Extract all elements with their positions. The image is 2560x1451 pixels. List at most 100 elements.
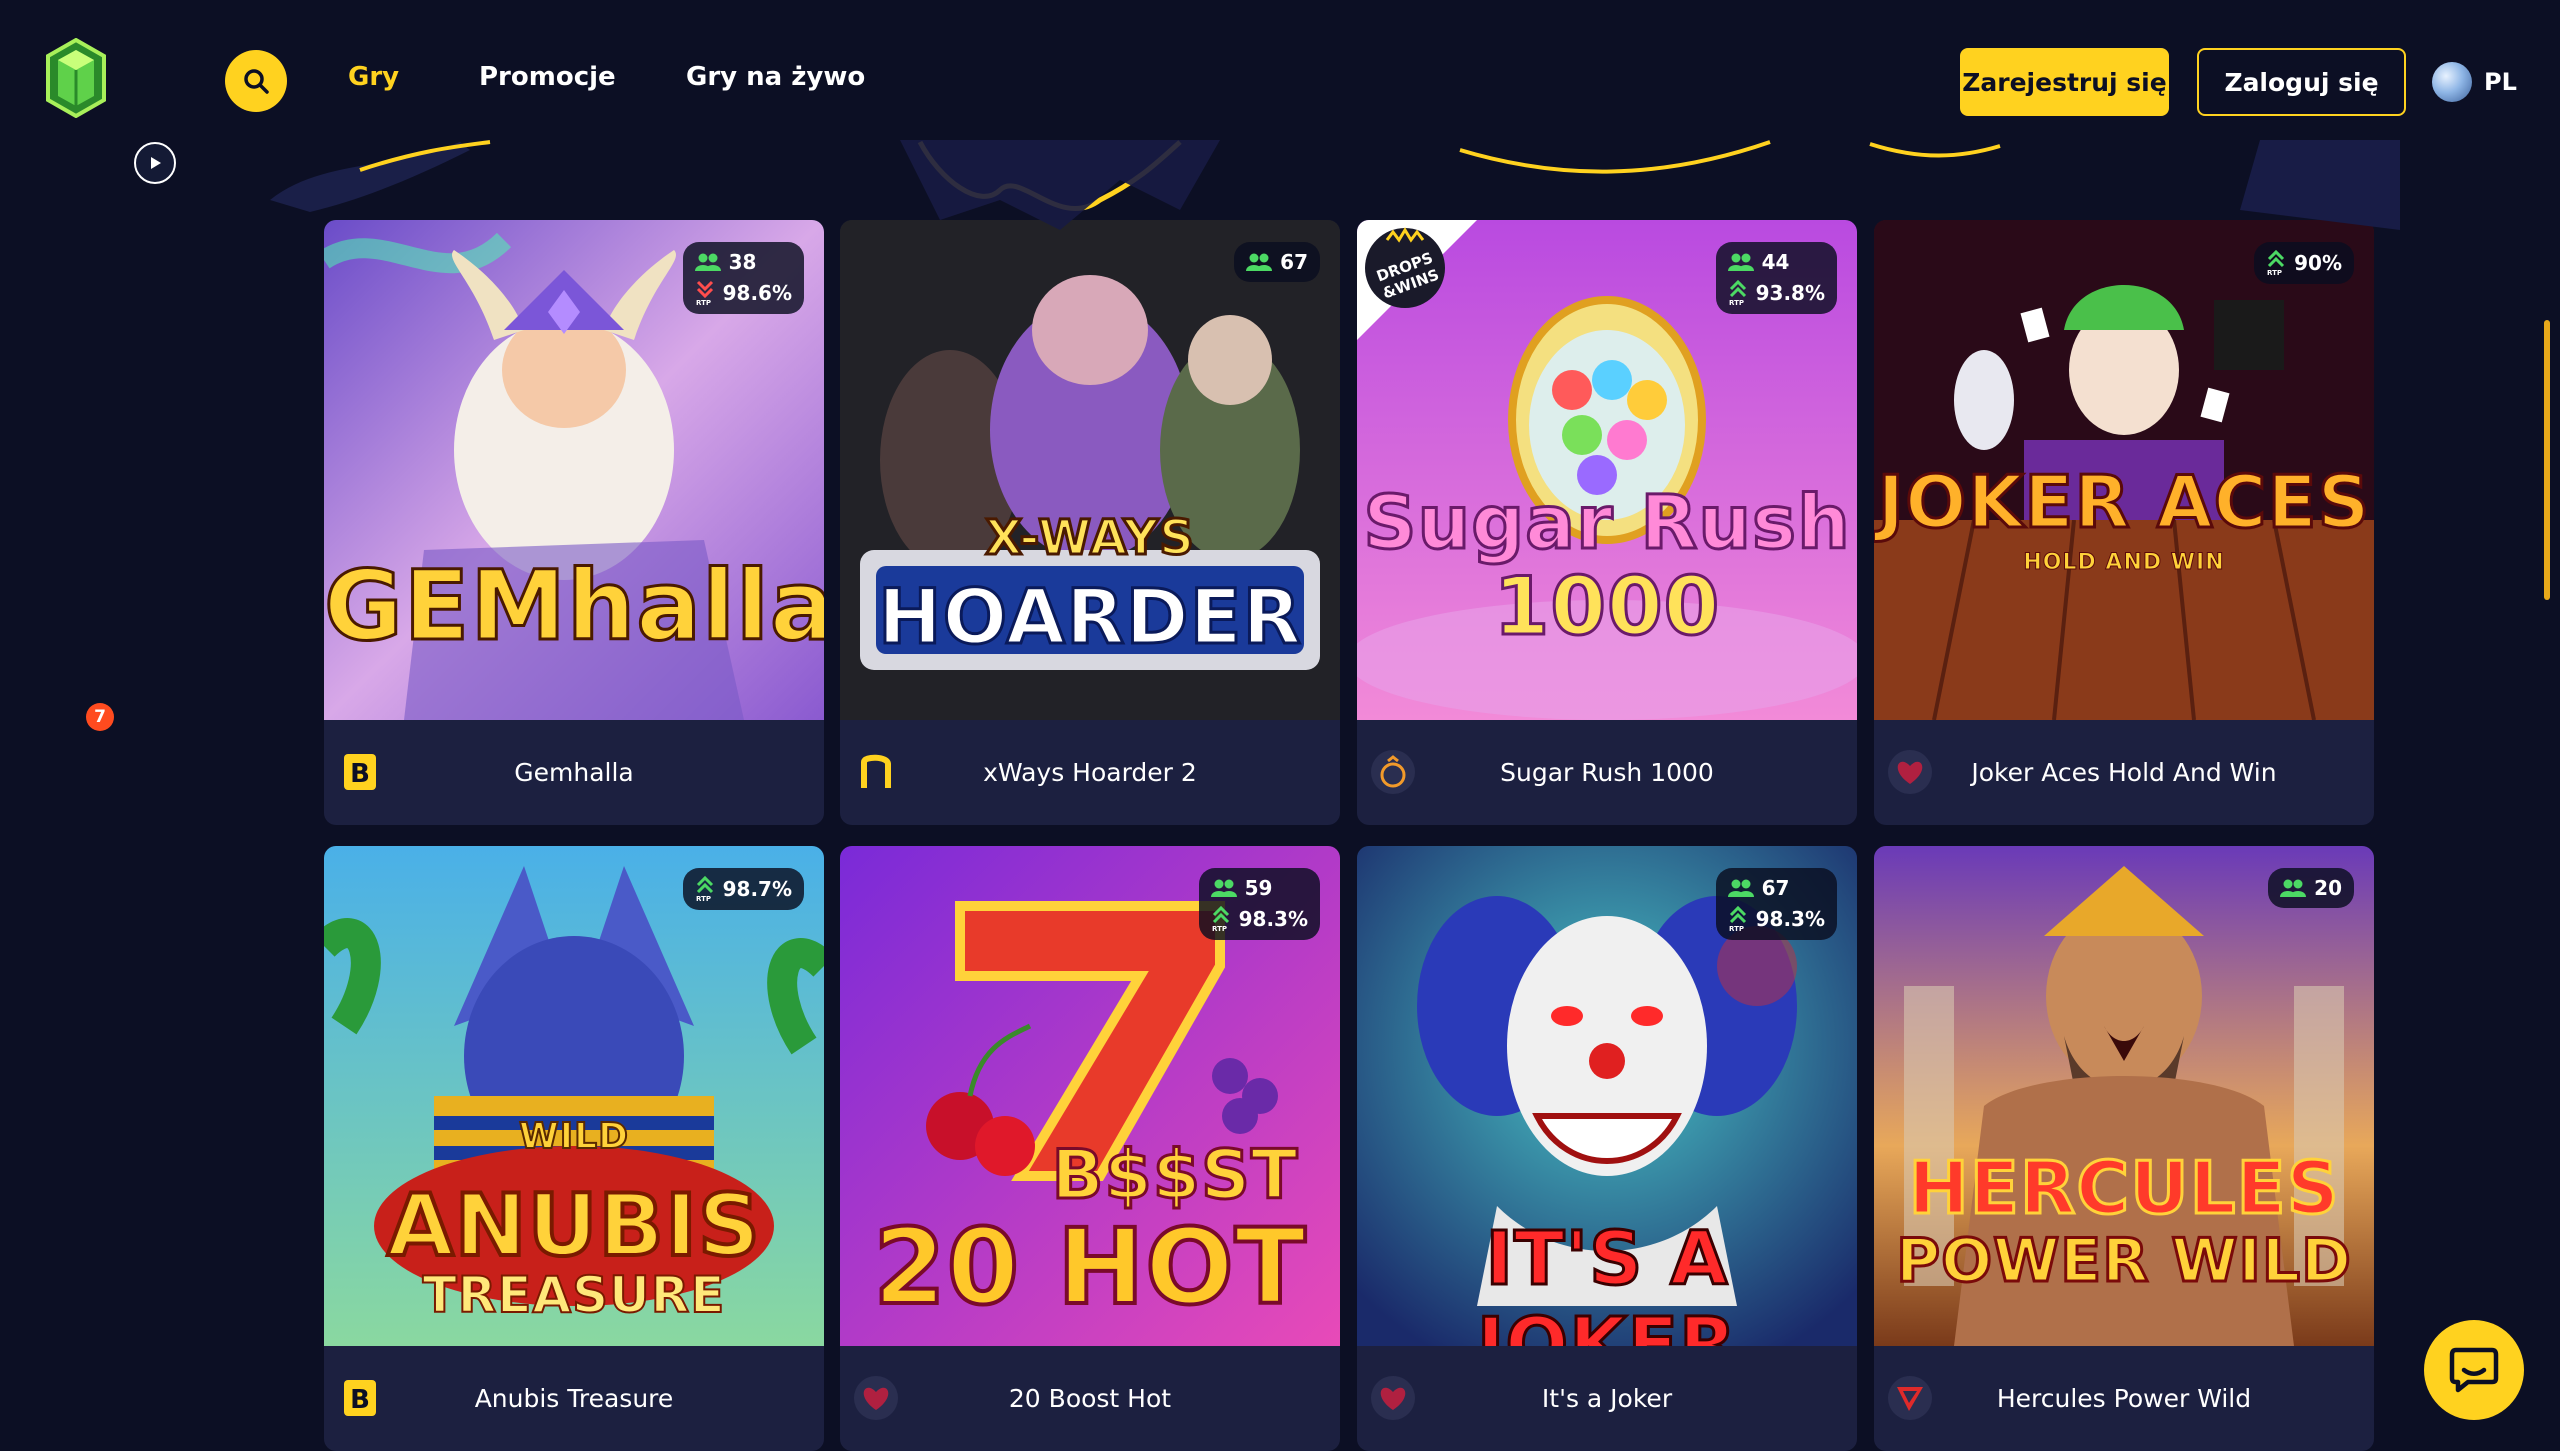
rtp-stat: RTP 98.3% bbox=[1728, 906, 1825, 932]
svg-text:RTP: RTP bbox=[696, 895, 711, 902]
nav-live-games[interactable]: Gry na żywo bbox=[686, 62, 865, 92]
game-card-xways-hoarder-2[interactable]: X-WAYS HOARDER 67 xWays Hoarder 2 bbox=[840, 220, 1340, 825]
players-stat: 44 bbox=[1727, 250, 1825, 274]
page-scrollbar-thumb[interactable] bbox=[2544, 320, 2550, 600]
chat-bubble-icon bbox=[2449, 1347, 2499, 1393]
game-card-footer: Joker Aces Hold And Win bbox=[1874, 720, 2374, 825]
game-art-subtitle: X-WAYS bbox=[984, 509, 1196, 568]
players-stat: 20 bbox=[2280, 876, 2342, 900]
top-bar: Gry Promocje Gry na żywo Zarejestruj się… bbox=[0, 0, 2560, 140]
rtp-stat: RTP 90% bbox=[2266, 250, 2342, 276]
rtp-up-icon: RTP bbox=[2267, 250, 2285, 276]
game-stats: RTP 90% bbox=[2254, 242, 2354, 284]
game-card-sugar-rush-1000[interactable]: Sugar Rush 1000 DROPS &WINS 44 RTP 93.8% bbox=[1357, 220, 1857, 825]
game-stats: 20 bbox=[2268, 868, 2354, 908]
game-card-footer: 20 Boost Hot bbox=[840, 1346, 1340, 1451]
live-chat-button[interactable] bbox=[2424, 1320, 2524, 1420]
game-name: It's a Joker bbox=[1541, 1384, 1673, 1413]
game-name: Anubis Treasure bbox=[474, 1384, 674, 1413]
rtp-stat: RTP 98.7% bbox=[695, 876, 792, 902]
game-card-footer: Sugar Rush 1000 bbox=[1357, 720, 1857, 825]
rtp-up-icon: RTP bbox=[1729, 906, 1746, 932]
game-stats: 59 RTP 98.3% bbox=[1198, 868, 1320, 940]
game-thumbnail: Sugar Rush 1000 DROPS &WINS 44 RTP 93.8% bbox=[1357, 220, 1857, 720]
rtp-stat: RTP 98.6% bbox=[695, 280, 792, 306]
players-count: 59 bbox=[1244, 876, 1273, 900]
rtp-value: 90% bbox=[2294, 251, 2342, 275]
game-thumbnail: JOKER ACES HOLD AND WIN RTP 90% bbox=[1874, 220, 2374, 720]
play-icon bbox=[151, 157, 161, 169]
rtp-value: 98.3% bbox=[1755, 907, 1825, 931]
rtp-up-icon: RTP bbox=[1212, 906, 1229, 932]
game-name: Hercules Power Wild bbox=[1996, 1384, 2252, 1413]
search-icon bbox=[244, 69, 269, 94]
game-art-subtitle: 1000 bbox=[1492, 559, 1721, 655]
rtp-stat: RTP 93.8% bbox=[1728, 280, 1825, 306]
game-art-title: JOKER ACES bbox=[1876, 459, 2371, 546]
game-stats: RTP 98.7% bbox=[682, 868, 804, 910]
rtp-value: 98.3% bbox=[1238, 907, 1308, 931]
players-icon bbox=[1210, 879, 1237, 897]
game-card-anubis-treasure[interactable]: WILD ANUBIS TREASURE RTP 98.7% B Anubis … bbox=[324, 846, 824, 1451]
rtp-value: 98.7% bbox=[722, 877, 792, 901]
game-card-footer: It's a Joker bbox=[1357, 1346, 1857, 1451]
game-name: Gemhalla bbox=[514, 758, 634, 787]
game-art-title: 20 HOT bbox=[871, 1204, 1307, 1330]
game-card-joker-aces[interactable]: JOKER ACES HOLD AND WIN RTP 90% Joker Ac… bbox=[1874, 220, 2374, 825]
game-art-title: ANUBIS bbox=[385, 1174, 762, 1278]
search-button[interactable] bbox=[225, 50, 287, 112]
players-count: 67 bbox=[1280, 250, 1308, 274]
svg-text:RTP: RTP bbox=[1212, 925, 1227, 932]
game-thumbnail: HERCULES POWER WILD 20 bbox=[1874, 846, 2374, 1346]
game-name: Sugar Rush 1000 bbox=[1500, 758, 1714, 787]
players-icon bbox=[2280, 879, 2307, 897]
players-icon bbox=[1727, 879, 1754, 897]
nav-games[interactable]: Gry bbox=[348, 62, 399, 92]
game-thumbnail: IT'S A JOKER 67 RTP 98.3% bbox=[1357, 846, 1857, 1346]
language-selector[interactable]: PL bbox=[2432, 62, 2517, 102]
players-icon bbox=[1727, 253, 1754, 271]
game-card-20-boost-hot[interactable]: B$$ST 20 HOT 59 RTP 98.3% 20 Boost Hot bbox=[840, 846, 1340, 1451]
game-art-title: IT'S A JOKER bbox=[1475, 1215, 1738, 1347]
game-stats: 44 RTP 93.8% bbox=[1715, 242, 1837, 314]
bomb-count-badge: 7 bbox=[86, 703, 114, 731]
players-count: 38 bbox=[728, 250, 757, 274]
svg-text:RTP: RTP bbox=[2267, 269, 2282, 276]
game-art-title: Sugar Rush bbox=[1362, 479, 1852, 568]
game-thumbnail: X-WAYS HOARDER 67 bbox=[840, 220, 1340, 720]
nav-promotions[interactable]: Promocje bbox=[479, 62, 616, 92]
game-name: Joker Aces Hold And Win bbox=[1971, 758, 2277, 787]
game-art-title: GEMhalla bbox=[324, 549, 824, 664]
game-stats: 67 RTP 98.3% bbox=[1715, 868, 1837, 940]
rtp-down-icon: RTP bbox=[696, 280, 713, 306]
rtp-value: 93.8% bbox=[1755, 281, 1825, 305]
svg-text:RTP: RTP bbox=[1729, 299, 1744, 306]
game-art-tag: WILD bbox=[518, 1115, 629, 1158]
game-card-footer: B Gemhalla bbox=[324, 720, 824, 825]
language-label: PL bbox=[2484, 68, 2517, 96]
players-stat: 59 bbox=[1210, 876, 1308, 900]
drops-and-wins-badge: DROPS &WINS bbox=[1357, 220, 1477, 340]
game-name: xWays Hoarder 2 bbox=[983, 758, 1197, 787]
players-count: 67 bbox=[1761, 876, 1790, 900]
game-thumbnail: B$$ST 20 HOT 59 RTP 98.3% bbox=[840, 846, 1340, 1346]
globe-icon bbox=[2432, 62, 2472, 102]
players-count: 20 bbox=[2314, 876, 2342, 900]
game-thumbnail: WILD ANUBIS TREASURE RTP 98.7% bbox=[324, 846, 824, 1346]
login-button[interactable]: Zaloguj się bbox=[2197, 48, 2406, 116]
game-card-hercules-power-wild[interactable]: HERCULES POWER WILD 20 Hercules Power Wi… bbox=[1874, 846, 2374, 1451]
game-card-footer: B Anubis Treasure bbox=[324, 1346, 824, 1451]
play-button[interactable] bbox=[134, 142, 176, 184]
logo-gem-icon[interactable] bbox=[44, 37, 108, 119]
game-card-footer: xWays Hoarder 2 bbox=[840, 720, 1340, 825]
game-thumbnail: GEMhalla 38 RTP 98.6% bbox=[324, 220, 824, 720]
game-art-subtitle: POWER WILD bbox=[1895, 1225, 2353, 1298]
game-card-gemhalla[interactable]: GEMhalla 38 RTP 98.6% B Gemhalla bbox=[324, 220, 824, 825]
banner-edge-decoration bbox=[160, 140, 2400, 230]
svg-text:RTP: RTP bbox=[1729, 925, 1744, 932]
game-art-title: HERCULES bbox=[1907, 1145, 2340, 1232]
register-button[interactable]: Zarejestruj się bbox=[1960, 48, 2169, 116]
game-card-its-a-joker[interactable]: IT'S A JOKER 67 RTP 98.3% It's a Joker bbox=[1357, 846, 1857, 1451]
players-icon bbox=[694, 253, 721, 271]
svg-text:RTP: RTP bbox=[696, 299, 711, 306]
